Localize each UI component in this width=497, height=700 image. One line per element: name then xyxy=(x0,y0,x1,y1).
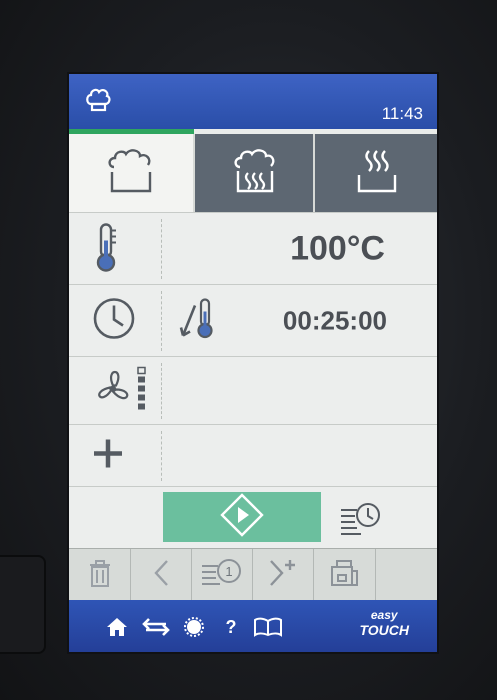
settings-icon[interactable] xyxy=(182,616,206,638)
book-icon[interactable] xyxy=(253,616,283,638)
save-icon xyxy=(328,557,360,594)
easytouch-logo: easy TOUCH xyxy=(359,608,409,638)
step-badge: 1 xyxy=(225,564,232,579)
save-button[interactable] xyxy=(313,549,376,601)
schedule-icon[interactable] xyxy=(339,498,383,543)
oven-touch-screen: 11:43 100°C 00:25:00 1 ? easy TOUCH xyxy=(69,74,437,652)
help-icon[interactable]: ? xyxy=(219,616,243,638)
program-toolbar: 1 xyxy=(69,548,437,601)
plus-icon[interactable] xyxy=(91,437,125,476)
clock-display: 11:43 xyxy=(381,104,423,123)
delete-button[interactable] xyxy=(69,549,131,601)
tab-combi-steam[interactable] xyxy=(193,134,315,212)
step-button[interactable]: 1 xyxy=(191,549,253,601)
start-icon xyxy=(219,492,265,543)
add-row[interactable] xyxy=(69,424,437,487)
chevron-right-plus-icon xyxy=(266,557,300,594)
back-step-button[interactable] xyxy=(130,549,192,601)
tab-hot-air[interactable] xyxy=(69,134,193,212)
row-divider xyxy=(161,431,162,481)
brand-line-1: easy xyxy=(370,608,398,622)
row-divider xyxy=(161,291,162,351)
chef-hat-icon[interactable] xyxy=(83,84,113,114)
core-temp-probe-icon[interactable] xyxy=(179,296,219,347)
step-timer-icon: 1 xyxy=(200,556,244,595)
combi-steam-icon xyxy=(228,145,282,202)
header-bar: 11:43 xyxy=(69,74,437,129)
cooking-mode-tabs xyxy=(69,134,437,212)
bottom-nav-bar: ? easy TOUCH xyxy=(69,600,437,652)
time-value[interactable]: 00:25:00 xyxy=(283,306,387,337)
row-divider xyxy=(161,363,162,419)
brand-line-2: TOUCH xyxy=(359,622,409,638)
start-button[interactable] xyxy=(163,492,321,542)
trash-icon xyxy=(87,558,113,593)
thermometer-icon xyxy=(91,221,121,278)
temperature-row[interactable]: 100°C xyxy=(69,212,437,285)
fan-row[interactable] xyxy=(69,356,437,425)
fan-icon xyxy=(91,364,155,419)
home-icon[interactable] xyxy=(105,616,129,638)
add-step-button[interactable] xyxy=(252,549,314,601)
time-row[interactable]: 00:25:00 xyxy=(69,284,437,357)
return-icon[interactable] xyxy=(141,616,171,638)
temperature-value[interactable]: 100°C xyxy=(290,230,385,269)
hot-air-icon xyxy=(104,145,158,202)
steam-icon xyxy=(350,145,404,202)
clock-icon xyxy=(91,296,137,347)
bezel-edge xyxy=(0,555,46,654)
tab-steam[interactable] xyxy=(313,134,437,212)
chevron-left-icon xyxy=(151,558,171,593)
row-divider xyxy=(161,219,162,279)
